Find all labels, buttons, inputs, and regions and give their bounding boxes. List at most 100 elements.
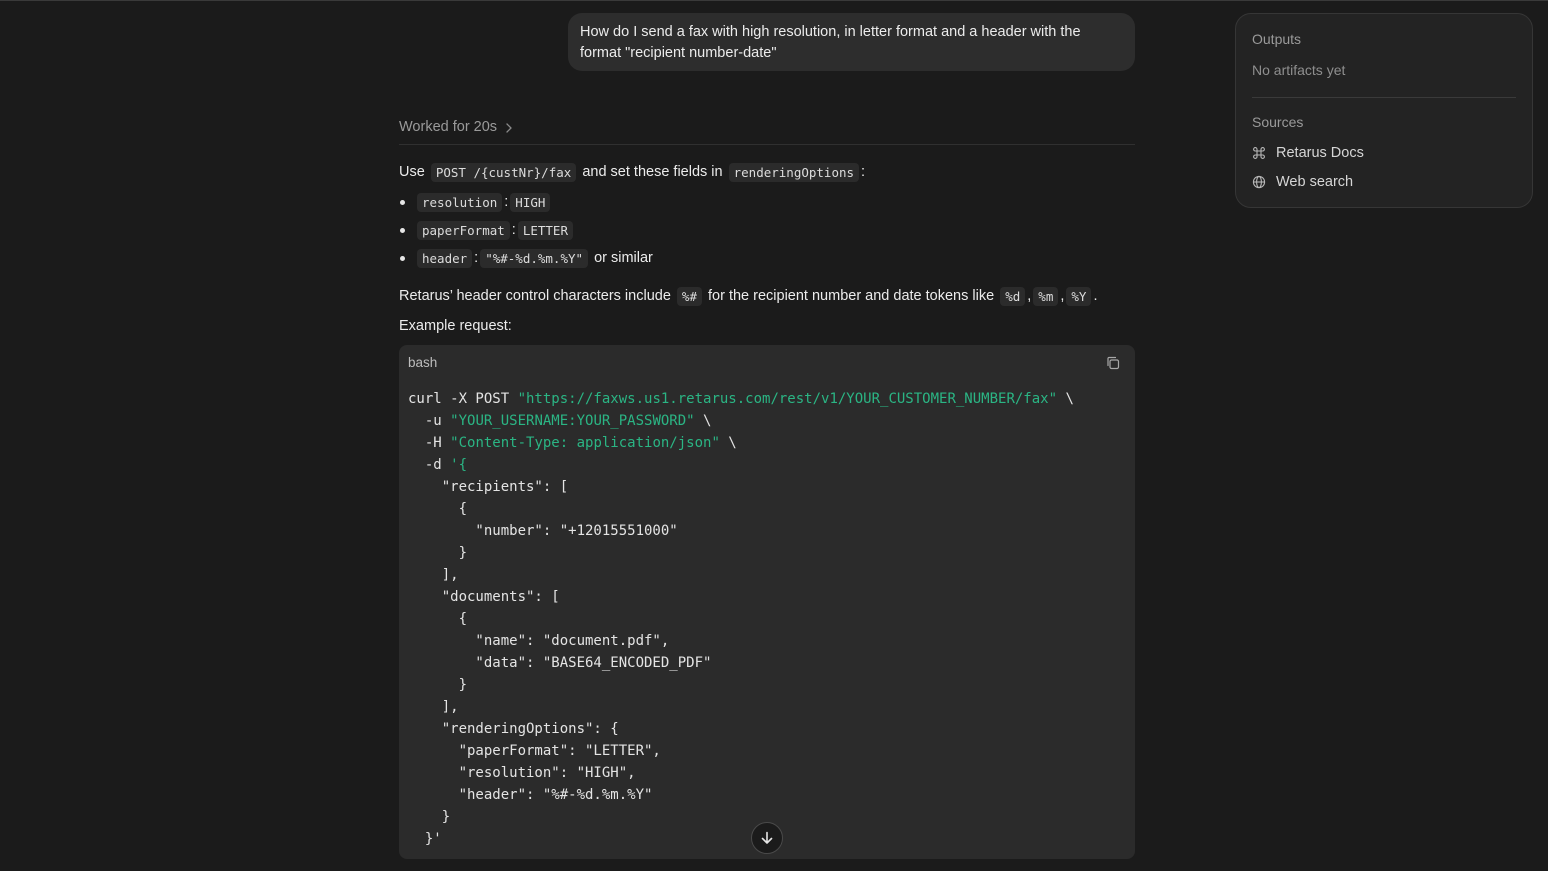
code-token: } bbox=[408, 545, 468, 561]
code-line: } bbox=[408, 542, 1074, 564]
code-line: "paperFormat": "LETTER", bbox=[408, 740, 1074, 762]
code-token: "documents": [ bbox=[408, 589, 560, 605]
code-line: "recipients": [ bbox=[408, 476, 1074, 498]
code-token: } bbox=[408, 677, 468, 693]
code-line: "name": "document.pdf", bbox=[408, 630, 1074, 652]
note-comma: , bbox=[1027, 288, 1032, 304]
bullet-value: LETTER bbox=[517, 220, 573, 240]
code-language-label: bash bbox=[408, 355, 438, 370]
code-token: -d bbox=[408, 457, 451, 473]
code-line: -d '{ bbox=[408, 454, 1074, 476]
note-comma: , bbox=[1060, 288, 1065, 304]
code-line: -u "YOUR_USERNAME:YOUR_PASSWORD" \ bbox=[408, 410, 1074, 432]
chat-page: How do I send a fax with high resolution… bbox=[0, 0, 1548, 871]
code-line: { bbox=[408, 498, 1074, 520]
sources-heading: Sources bbox=[1252, 114, 1304, 130]
bullet-key: resolution bbox=[417, 192, 503, 212]
code-token: \ bbox=[694, 413, 712, 429]
inline-code-endpoint: POST /{custNr}/fax bbox=[430, 162, 577, 182]
globe-icon bbox=[1252, 175, 1266, 189]
code-content: curl -X POST "https://faxws.us1.retarus.… bbox=[408, 388, 1074, 850]
code-line: "renderingOptions": { bbox=[408, 718, 1074, 740]
bullet-key: header bbox=[417, 248, 473, 268]
inline-code-day-token: %d bbox=[1000, 286, 1026, 306]
code-token: { bbox=[408, 611, 468, 627]
inline-code-rendering-options: renderingOptions bbox=[728, 162, 860, 182]
worked-toggle[interactable]: Worked for 20s bbox=[399, 119, 1135, 145]
code-line: "header": "%#-%d.%m.%Y" bbox=[408, 784, 1074, 806]
code-token: "data": "BASE64_ENCODED_PDF" bbox=[408, 655, 712, 671]
code-token: ], bbox=[408, 699, 459, 715]
code-line: "data": "BASE64_ENCODED_PDF" bbox=[408, 652, 1074, 674]
outputs-empty-text: No artifacts yet bbox=[1252, 62, 1346, 78]
code-token: -H bbox=[408, 435, 451, 451]
code-token: "recipients": [ bbox=[408, 479, 569, 495]
command-icon bbox=[1253, 147, 1265, 159]
code-token: ], bbox=[408, 567, 459, 583]
list-item: header : "%#-%d.%m.%Y" or similar bbox=[399, 245, 653, 271]
code-line: } bbox=[408, 806, 1074, 828]
bullet-dot bbox=[400, 227, 405, 233]
bullet-sep: : bbox=[511, 222, 516, 238]
outputs-heading: Outputs bbox=[1252, 31, 1302, 47]
code-token: \ bbox=[719, 435, 737, 451]
worked-label: Worked for 20s bbox=[399, 119, 498, 135]
bullet-key: paperFormat bbox=[417, 220, 510, 240]
code-line: curl -X POST "https://faxws.us1.retarus.… bbox=[408, 388, 1074, 410]
code-token: } bbox=[408, 809, 451, 825]
example-label: Example request: bbox=[399, 318, 512, 334]
side-divider bbox=[1252, 97, 1516, 98]
code-line: ], bbox=[408, 564, 1074, 586]
code-block: bash curl -X POST "https://faxws.us1.ret… bbox=[399, 345, 1135, 859]
code-token: }' bbox=[408, 831, 442, 847]
code-line: } bbox=[408, 674, 1074, 696]
source-item-web-search[interactable]: Web search bbox=[1252, 174, 1353, 190]
code-line: "documents": [ bbox=[408, 586, 1074, 608]
copy-icon[interactable] bbox=[1105, 355, 1121, 371]
user-message-bubble: How do I send a fax with high resolution… bbox=[568, 13, 1135, 71]
code-line: }' bbox=[408, 828, 1074, 850]
side-panel: Outputs No artifacts yet Sources Retarus… bbox=[1235, 13, 1533, 208]
note-text-prefix: Retarus’ header control characters inclu… bbox=[399, 288, 671, 304]
code-string: "YOUR_USERNAME:YOUR_PASSWORD" bbox=[450, 413, 695, 429]
code-token: "paperFormat": "LETTER", bbox=[408, 743, 661, 759]
bullet-dot bbox=[400, 255, 405, 261]
intro-text-suffix: : bbox=[861, 164, 866, 180]
user-message-line-2: format "recipient number-date" bbox=[580, 45, 777, 61]
code-token: \ bbox=[1057, 391, 1074, 407]
code-line: "number": "+12015551000" bbox=[408, 520, 1074, 542]
code-token: "number": "+12015551000" bbox=[408, 523, 678, 539]
code-string: "Content-Type: application/json" bbox=[450, 435, 720, 451]
source-label: Web search bbox=[1276, 174, 1354, 190]
list-item: resolution : HIGH bbox=[399, 189, 552, 215]
inline-code-month-token: %m bbox=[1033, 286, 1059, 306]
code-token: "renderingOptions": { bbox=[408, 721, 619, 737]
code-string: '{ bbox=[450, 457, 468, 473]
bullet-value: "%#-%d.%m.%Y" bbox=[480, 248, 589, 268]
bullet-dot bbox=[400, 199, 405, 205]
code-token: { bbox=[408, 501, 468, 517]
code-token: "resolution": "HIGH", bbox=[408, 765, 636, 781]
code-token: "name": "document.pdf", bbox=[408, 633, 670, 649]
bullet-value: HIGH bbox=[510, 192, 551, 212]
code-line: { bbox=[408, 608, 1074, 630]
code-line: ], bbox=[408, 696, 1074, 718]
arrow-down-icon bbox=[761, 831, 773, 844]
intro-text-prefix: Use bbox=[399, 164, 425, 180]
inline-code-year-token: %Y bbox=[1066, 286, 1092, 306]
note-text-mid: for the recipient number and date tokens… bbox=[708, 288, 995, 304]
note-end: . bbox=[1093, 288, 1098, 304]
answer-note: Retarus’ header control characters inclu… bbox=[399, 283, 1097, 309]
user-message-line-1: How do I send a fax with high resolution… bbox=[580, 24, 1081, 40]
code-line: "resolution": "HIGH", bbox=[408, 762, 1074, 784]
bullet-sep: : bbox=[474, 250, 479, 266]
code-token: -u bbox=[408, 413, 451, 429]
source-item-retarus-docs[interactable]: Retarus Docs bbox=[1252, 145, 1364, 161]
inline-code-recipient-token: %# bbox=[676, 286, 702, 306]
code-line: -H "Content-Type: application/json" \ bbox=[408, 432, 1074, 454]
chevron-right-icon bbox=[506, 123, 512, 133]
scroll-to-bottom-button[interactable] bbox=[751, 822, 783, 854]
answer-intro: Use POST /{custNr}/fax and set these fie… bbox=[399, 159, 865, 185]
list-item: paperFormat : LETTER bbox=[399, 217, 575, 243]
code-token: curl -X POST bbox=[408, 391, 518, 407]
